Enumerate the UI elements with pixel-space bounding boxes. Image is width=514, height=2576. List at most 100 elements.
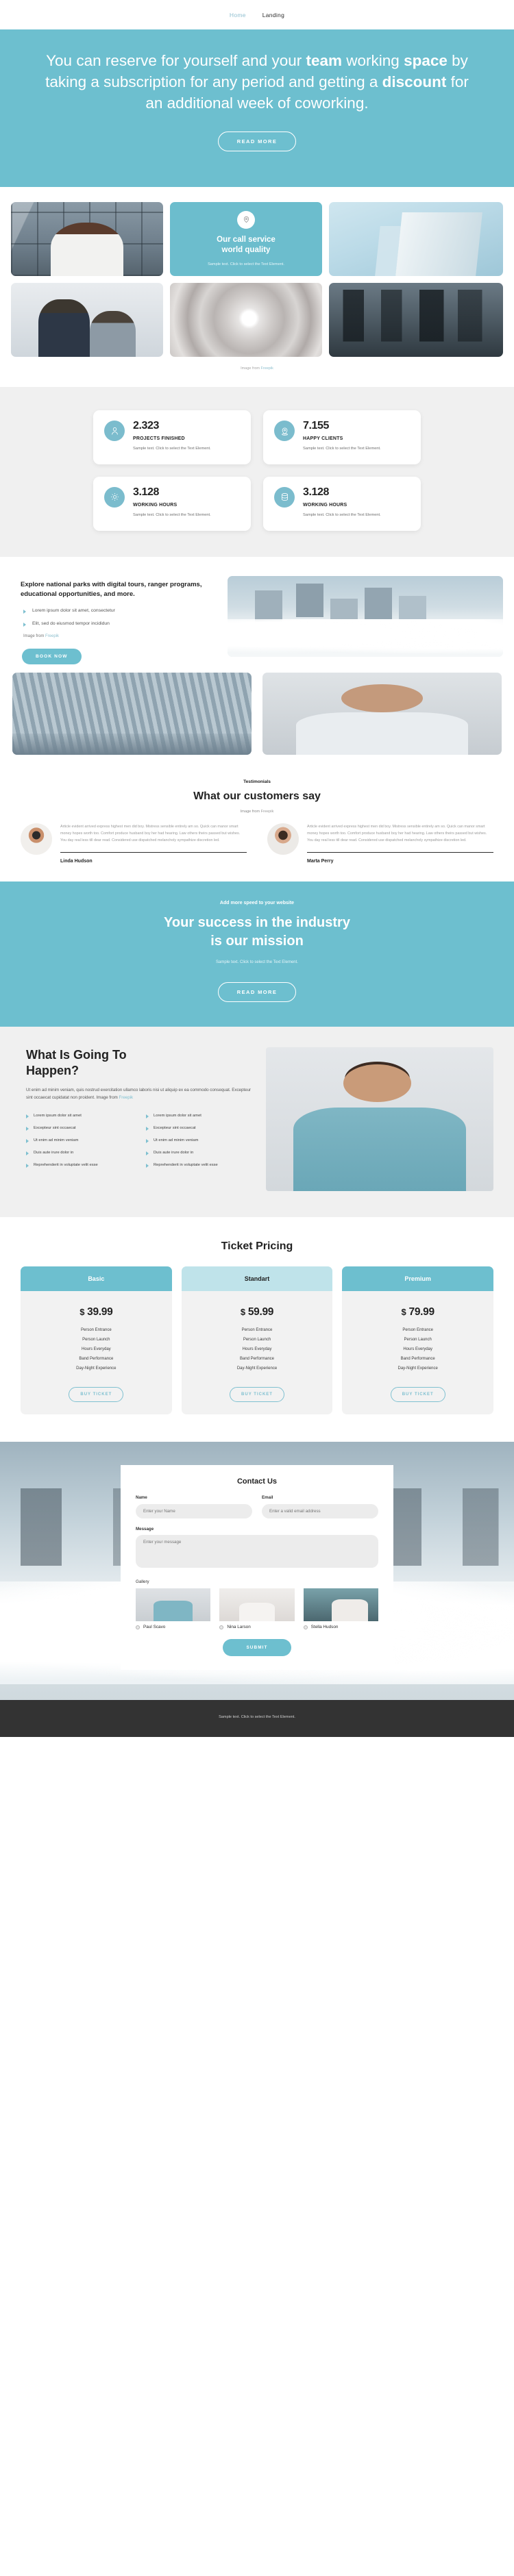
gallery-thumb-nina[interactable] — [219, 1588, 295, 1622]
stat-number: 7.155 — [303, 420, 330, 432]
testimonial-text: Article evident arrived express highest … — [307, 825, 487, 843]
hero-section: You can reserve for yourself and your te… — [0, 29, 514, 188]
contact-gallery-grid: Paul Scavo Nina Larson Stella Hudson — [136, 1588, 378, 1629]
pricing-amount: $ 79.99 — [342, 1306, 493, 1318]
happen-list-label: Duis aute irure dolor in — [34, 1150, 74, 1155]
gallery-photo-city-dark[interactable] — [329, 283, 503, 358]
feature-credit-prefix: Image from — [23, 634, 46, 639]
hero-text-2: working — [342, 52, 404, 69]
cta-eyebrow: Add more speed to your website — [219, 901, 295, 906]
contact-email-field-group: Email — [262, 1495, 378, 1519]
happen-credit-link[interactable]: Freepik — [119, 1095, 134, 1100]
gallery-photo-building-light[interactable] — [329, 202, 503, 277]
avatar — [267, 823, 299, 855]
happen-list-label: Lorem ipsum dolor sit amet — [154, 1113, 201, 1118]
triangle-bullet-icon — [23, 610, 26, 614]
happen-list-item: Ut enim ad minim veniam — [26, 1138, 134, 1144]
pricing-feature: Person Launch — [404, 1338, 432, 1342]
contact-section: Contact Us Name Email Message Gallery — [0, 1442, 514, 1701]
stat-card-hours-gear: 3.128 WORKING HOURS Sample text. Click t… — [93, 476, 251, 531]
gallery-photo-meeting[interactable] — [11, 283, 163, 358]
buy-ticket-button-basic[interactable]: BUY TICKET — [69, 1387, 124, 1403]
message-textarea[interactable] — [136, 1535, 378, 1568]
happen-list-label: Lorem ipsum dolor sit amet — [34, 1113, 82, 1118]
stat-text: Sample text. Click to select the Text El… — [303, 447, 381, 451]
pricing-plan-name: Premium — [342, 1266, 494, 1292]
gallery-option-label: Paul Scavo — [143, 1625, 166, 1630]
hero-bold-space: space — [404, 52, 448, 69]
divider — [60, 852, 247, 853]
nav-item-home[interactable]: Home — [230, 12, 246, 18]
top-navigation: Home Landing — [0, 0, 514, 29]
pricing-plan-name: Basic — [21, 1266, 172, 1292]
pricing-currency: $ — [240, 1307, 245, 1318]
triangle-bullet-icon — [26, 1138, 29, 1143]
testimonials-grid: Article evident arrived express highest … — [21, 823, 493, 864]
happen-description-text: Ut enim ad minim veniam, quis nostrud ex… — [26, 1088, 252, 1101]
feature-credit-link[interactable]: Freepik — [45, 634, 59, 638]
gallery-option-paul[interactable]: Paul Scavo — [136, 1588, 211, 1630]
feature-bullet-item: Lorem ipsum dolor sit amet, consectetur — [21, 608, 217, 614]
gallery-photo-woman-window[interactable] — [11, 202, 163, 277]
triangle-bullet-icon — [26, 1126, 29, 1131]
happen-list-label: Excepteur sint occaecat — [154, 1125, 196, 1130]
stat-card-projects: 2.323 PROJECTS FINISHED Sample text. Cli… — [93, 410, 251, 464]
hero-read-more-button[interactable]: READ MORE — [217, 132, 297, 152]
stat-card-clients: 7.155 HAPPY CLIENTS Sample text. Click t… — [263, 410, 421, 464]
email-input[interactable] — [262, 1504, 378, 1519]
radio-icon[interactable] — [303, 1625, 308, 1629]
name-input[interactable] — [136, 1504, 252, 1519]
buy-ticket-button-standart[interactable]: BUY TICKET — [230, 1387, 284, 1403]
stat-text: Sample text. Click to select the Text El… — [303, 512, 381, 517]
triangle-bullet-icon — [146, 1114, 149, 1118]
nav-item-landing[interactable]: Landing — [262, 12, 284, 18]
gallery-thumb-paul[interactable] — [136, 1588, 211, 1622]
contact-form-card: Contact Us Name Email Message Gallery — [121, 1465, 393, 1671]
radio-icon[interactable] — [219, 1625, 224, 1629]
happen-heading-line2: Happen? — [26, 1063, 79, 1077]
happen-list-label: Duis aute irure dolor in — [154, 1150, 194, 1155]
testimonial-card: Article evident arrived express highest … — [267, 823, 493, 864]
gallery-photo-spiral-stairs[interactable] — [170, 283, 322, 358]
gallery-card-title: Our call service world quality — [217, 235, 276, 256]
gallery-section: Our call service world quality Sample tex… — [0, 187, 514, 388]
cta-heading-line1: Your success in the industry — [164, 915, 350, 931]
feature-bullet-item: Elit, sed do eiusmod tempor incididun — [21, 621, 217, 627]
book-now-button[interactable]: BOOK NOW — [22, 649, 82, 665]
submit-button[interactable]: SUBMIT — [223, 1639, 291, 1657]
happen-image[interactable] — [266, 1047, 493, 1192]
pricing-feature: Day-Night Experience — [397, 1366, 438, 1371]
gallery-card-title-line1: Our call service — [217, 235, 276, 244]
feature-image-main[interactable] — [228, 575, 503, 657]
gallery-option-stella[interactable]: Stella Hudson — [303, 1588, 378, 1629]
gallery-option-nina[interactable]: Nina Larson — [219, 1588, 295, 1629]
footer-text: Sample text. Click to select the Text El… — [219, 1715, 295, 1720]
avatar — [21, 823, 52, 855]
testimonials-credit-link[interactable]: Freepik — [261, 810, 274, 814]
stat-label: WORKING HOURS — [303, 502, 347, 508]
divider — [307, 852, 493, 853]
contact-name-field-group: Name — [136, 1495, 252, 1519]
triangle-bullet-icon — [146, 1138, 149, 1143]
database-icon — [274, 486, 295, 508]
radio-icon[interactable] — [136, 1625, 140, 1629]
feature-image-man[interactable] — [262, 673, 502, 755]
gallery-credit-link[interactable]: Freepik — [261, 366, 273, 371]
contact-name-email-row: Name Email — [136, 1495, 378, 1519]
stat-text: Sample text. Click to select the Text El… — [133, 512, 211, 517]
buy-ticket-button-premium[interactable]: BUY TICKET — [390, 1387, 445, 1403]
pricing-feature: Band Performance — [79, 1357, 114, 1362]
gallery-highlight-card[interactable]: Our call service world quality Sample tex… — [170, 202, 322, 277]
pricing-feature: Person Entrance — [80, 1328, 112, 1333]
triangle-bullet-icon — [146, 1151, 149, 1155]
pricing-feature: Day-Night Experience — [76, 1366, 117, 1371]
gallery-thumb-stella[interactable] — [303, 1588, 378, 1622]
gallery-credit-prefix: Image from — [241, 366, 261, 371]
happen-heading-line1: What Is Going To — [26, 1048, 127, 1062]
feature-image-building[interactable] — [12, 673, 252, 755]
pricing-value: 79.99 — [408, 1306, 435, 1318]
cta-read-more-button[interactable]: READ MORE — [217, 982, 297, 1003]
user-icon — [104, 421, 125, 442]
happen-list-label: Ut enim ad minim veniam — [34, 1138, 79, 1142]
gallery-credit: Image from Freepik — [11, 364, 503, 382]
